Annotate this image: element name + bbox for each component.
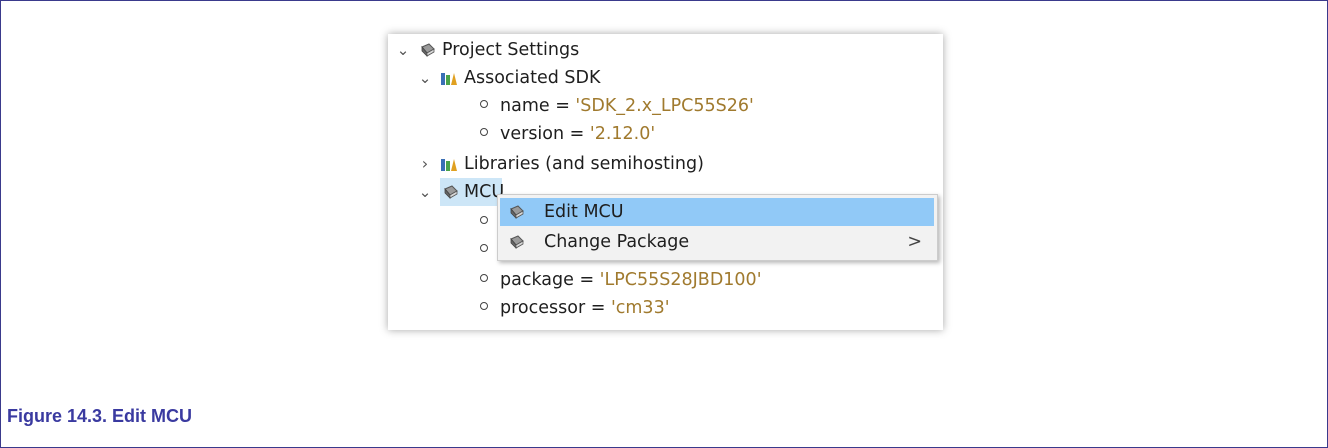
chevron-down-icon[interactable]: ⌄ (418, 178, 432, 206)
tree-label: Associated SDK (464, 68, 601, 88)
property-bullet-icon (480, 302, 488, 310)
property-bullet-icon (480, 128, 488, 136)
menu-item-label: Edit MCU (544, 202, 624, 222)
property-text: package = 'LPC55S28JBD100' (500, 270, 762, 290)
chevron-right-icon[interactable]: › (418, 150, 432, 178)
tree-label: Project Settings (442, 40, 580, 60)
property-text: processor = 'cm33' (500, 298, 670, 318)
screenshot-panel: ⌄ Project Settings ⌄ Associated SDK name… (388, 34, 943, 330)
property-bullet-icon (480, 244, 488, 252)
book-icon (421, 43, 435, 57)
chevron-down-icon[interactable]: ⌄ (396, 36, 410, 64)
tree-label: Libraries (and semihosting) (464, 154, 704, 174)
book-icon (510, 235, 524, 249)
chevron-down-icon[interactable]: ⌄ (418, 64, 432, 92)
book-icon (510, 205, 524, 219)
property-text: name = 'SDK_2.x_LPC55S26' (500, 96, 754, 116)
library-icon (441, 159, 457, 171)
property-bullet-icon (480, 100, 488, 108)
figure-caption: Figure 14.3. Edit MCU (7, 406, 193, 426)
property-bullet-icon (480, 216, 488, 224)
property-text: version = '2.12.0' (500, 124, 656, 144)
menu-item-change-package[interactable]: Change Package > (500, 228, 934, 256)
property-bullet-icon (480, 274, 488, 282)
library-icon (441, 73, 457, 85)
menu-item-label: Change Package (544, 232, 690, 252)
context-menu: Edit MCU Change Package > (497, 194, 938, 261)
menu-item-edit-mcu[interactable]: Edit MCU (500, 198, 934, 226)
book-icon (444, 185, 458, 199)
submenu-arrow-icon: > (907, 232, 922, 252)
